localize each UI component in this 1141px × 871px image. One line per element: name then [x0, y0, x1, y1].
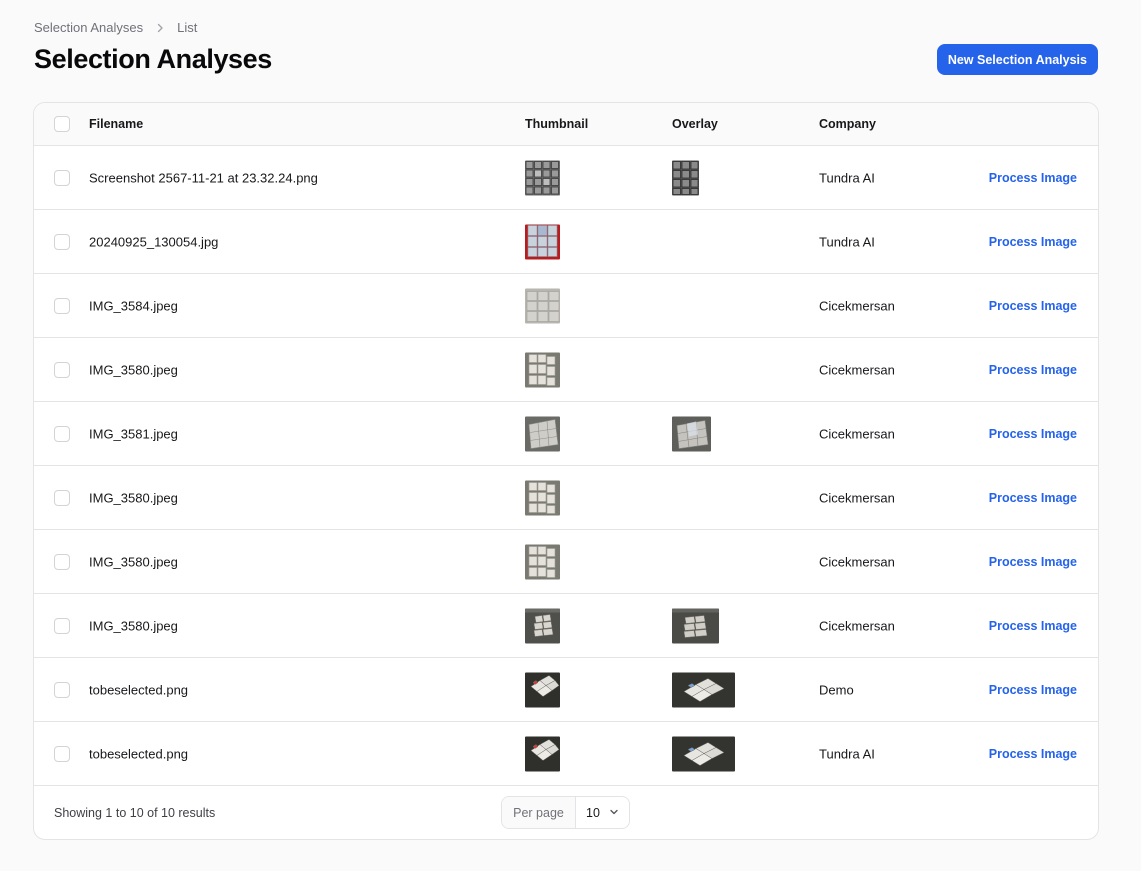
overlay-image	[672, 672, 735, 707]
per-page-selector[interactable]: Per page 10	[501, 796, 630, 829]
thumbnail-image	[525, 352, 560, 387]
process-image-link[interactable]: Process Image	[989, 235, 1077, 249]
filename-cell: IMG_3584.jpeg	[89, 298, 178, 313]
process-image-link[interactable]: Process Image	[989, 683, 1077, 697]
page-title: Selection Analyses	[34, 44, 272, 74]
company-cell: Demo	[819, 682, 854, 697]
company-cell: Cicekmersan	[819, 298, 895, 313]
per-page-value: 10	[586, 805, 600, 820]
chevron-right-icon	[155, 23, 165, 33]
process-image-link[interactable]: Process Image	[989, 555, 1077, 569]
company-cell: Cicekmersan	[819, 362, 895, 377]
filename-cell: IMG_3580.jpeg	[89, 490, 178, 505]
overlay-image	[672, 608, 719, 643]
table-header: Filename Thumbnail Overlay Company	[34, 103, 1098, 146]
overlay-image	[672, 416, 711, 451]
process-image-link[interactable]: Process Image	[989, 171, 1077, 185]
thumbnail-image	[525, 544, 560, 579]
process-image-link[interactable]: Process Image	[989, 363, 1077, 377]
filename-cell: 20240925_130054.jpg	[89, 234, 219, 249]
row-checkbox[interactable]	[54, 681, 70, 698]
process-image-link[interactable]: Process Image	[989, 299, 1077, 313]
process-image-link[interactable]: Process Image	[989, 427, 1077, 441]
table-row[interactable]: 20240925_130054.jpg Tundra AI Process Im…	[34, 210, 1098, 274]
filename-cell: IMG_3581.jpeg	[89, 426, 178, 441]
filename-cell: tobeselected.png	[89, 746, 189, 761]
row-checkbox[interactable]	[54, 425, 70, 442]
process-image-link[interactable]: Process Image	[989, 619, 1077, 633]
row-checkbox[interactable]	[54, 169, 70, 186]
filename-cell: IMG_3580.jpeg	[89, 362, 178, 377]
thumbnail-image	[525, 160, 560, 195]
process-image-link[interactable]: Process Image	[989, 491, 1077, 505]
company-cell: Tundra AI	[819, 234, 875, 249]
breadcrumb-current: List	[177, 20, 198, 35]
table-row[interactable]: IMG_3580.jpeg Cicekmersan Process Image	[34, 530, 1098, 594]
thumbnail-image	[525, 480, 560, 515]
table-footer: Showing 1 to 10 of 10 results Per page 1…	[34, 786, 1098, 839]
per-page-select[interactable]: 10	[576, 797, 629, 828]
thumbnail-image	[525, 608, 560, 643]
thumbnail-image	[525, 224, 560, 259]
breadcrumb-parent-link[interactable]: Selection Analyses	[34, 20, 143, 35]
company-cell: Cicekmersan	[819, 554, 895, 569]
table-row[interactable]: tobeselected.png	[34, 658, 1098, 722]
table-row[interactable]: IMG_3580.jpeg Cicekmersan Process Image	[34, 466, 1098, 530]
company-cell: Tundra AI	[819, 170, 875, 185]
new-selection-analysis-button[interactable]: New Selection Analysis	[936, 44, 1098, 75]
process-image-link[interactable]: Process Image	[989, 747, 1077, 761]
select-all-checkbox[interactable]	[54, 116, 70, 132]
table-row[interactable]: IMG_3580.jpeg Cicekmersan Process Image	[34, 338, 1098, 402]
row-checkbox[interactable]	[54, 233, 70, 250]
table-row[interactable]: IMG_3584.jpeg Cicekmersan Process Image	[34, 274, 1098, 338]
row-checkbox[interactable]	[54, 745, 70, 762]
table-row[interactable]: Screenshot 2567-11-21 at 23.32.24.png Tu…	[34, 146, 1098, 210]
row-checkbox[interactable]	[54, 297, 70, 314]
chevron-down-icon	[609, 806, 619, 820]
row-checkbox[interactable]	[54, 617, 70, 634]
company-cell: Tundra AI	[819, 746, 875, 761]
company-cell: Cicekmersan	[819, 618, 895, 633]
row-checkbox[interactable]	[54, 361, 70, 378]
filename-cell: Screenshot 2567-11-21 at 23.32.24.png	[89, 170, 318, 185]
company-cell: Cicekmersan	[819, 490, 895, 505]
table-row[interactable]: IMG_3581.jpeg Cicekmersan Process Image	[34, 402, 1098, 466]
selection-analyses-table: Filename Thumbnail Overlay Company Scree…	[33, 102, 1099, 840]
results-summary: Showing 1 to 10 of 10 results	[54, 805, 216, 820]
per-page-label: Per page	[502, 797, 576, 828]
filename-cell: IMG_3580.jpeg	[89, 618, 178, 633]
table-row[interactable]: tobeselected.png	[34, 722, 1098, 786]
table-row[interactable]: IMG_3580.jpeg Cicekmersan Process Image	[34, 594, 1098, 658]
filename-cell: tobeselected.png	[89, 682, 189, 697]
company-cell: Cicekmersan	[819, 426, 895, 441]
column-header-filename[interactable]: Filename	[89, 117, 143, 131]
row-checkbox[interactable]	[54, 489, 70, 506]
column-header-thumbnail: Thumbnail	[525, 117, 589, 131]
overlay-image	[672, 736, 735, 771]
column-header-overlay: Overlay	[672, 117, 718, 131]
thumbnail-image	[525, 288, 560, 323]
column-header-company[interactable]: Company	[819, 117, 876, 131]
breadcrumb: Selection Analyses List	[34, 20, 197, 35]
filename-cell: IMG_3580.jpeg	[89, 554, 178, 569]
thumbnail-image	[525, 416, 560, 451]
thumbnail-image	[525, 736, 560, 771]
row-checkbox[interactable]	[54, 553, 70, 570]
overlay-image	[672, 160, 699, 195]
thumbnail-image	[525, 672, 560, 707]
